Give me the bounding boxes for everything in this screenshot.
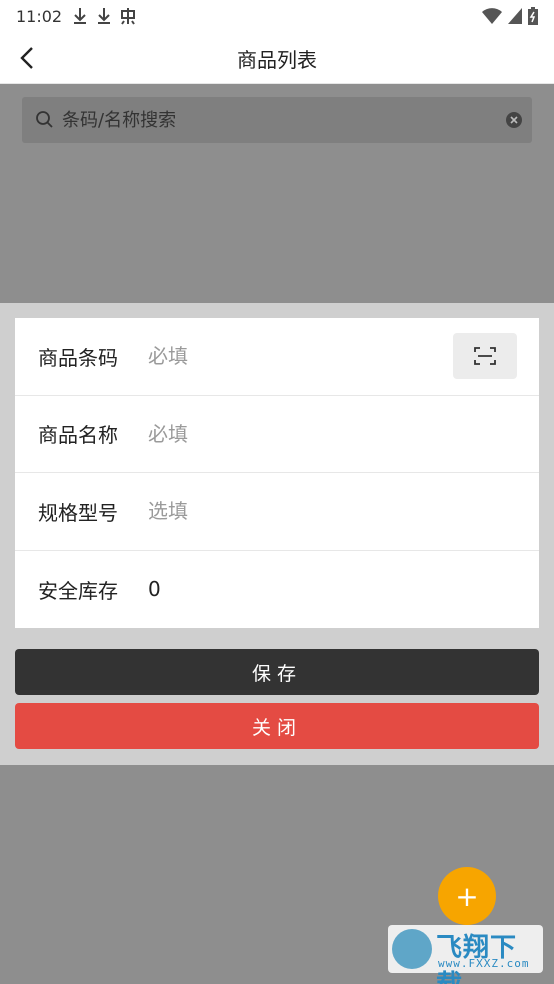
search-input[interactable] (62, 97, 492, 143)
form-row-barcode: 商品条码 (15, 318, 539, 396)
scan-button[interactable] (453, 333, 517, 379)
search-icon (36, 111, 53, 128)
form-row-name: 商品名称 (15, 396, 539, 473)
safety-stock-input[interactable] (148, 577, 539, 602)
add-button[interactable]: + (438, 867, 496, 925)
watermark-domain: www.FXXZ.com (438, 957, 530, 970)
watermark-logo-icon (392, 929, 432, 969)
wifi-icon (482, 8, 502, 24)
product-form: 商品条码 商品名称 规格型号 安全库存 (15, 318, 539, 628)
navigation-bar: 商品列表 (0, 32, 554, 84)
download-icon (98, 8, 111, 24)
add-product-sheet: 商品条码 商品名称 规格型号 安全库存 保存 关闭 (0, 303, 554, 765)
status-time: 11:02 (16, 6, 63, 26)
notification-icon (121, 8, 136, 25)
search-box[interactable] (22, 97, 532, 143)
battery-icon (528, 7, 538, 25)
signal-icon (508, 8, 522, 24)
watermark-brand: 飞翔下载 (436, 933, 518, 984)
spec-input[interactable] (148, 499, 539, 524)
watermark: 飞翔下载 www.FXXZ.com (388, 925, 543, 984)
close-button[interactable]: 关闭 (15, 703, 539, 749)
form-row-spec: 规格型号 (15, 473, 539, 551)
spec-label: 规格型号 (38, 500, 118, 525)
download-icon (74, 8, 87, 24)
page-title: 商品列表 (237, 48, 317, 72)
search-bar-container (0, 84, 554, 158)
modal-backdrop[interactable] (0, 158, 554, 303)
scan-icon (474, 347, 496, 365)
clear-icon[interactable] (506, 112, 522, 128)
name-input[interactable] (148, 421, 539, 446)
barcode-label: 商品条码 (38, 345, 118, 370)
safety-stock-label: 安全库存 (38, 578, 118, 603)
form-row-safety-stock: 安全库存 (15, 551, 539, 629)
name-label: 商品名称 (38, 423, 118, 448)
save-button[interactable]: 保存 (15, 649, 539, 695)
status-bar: 11:02 (0, 0, 554, 32)
